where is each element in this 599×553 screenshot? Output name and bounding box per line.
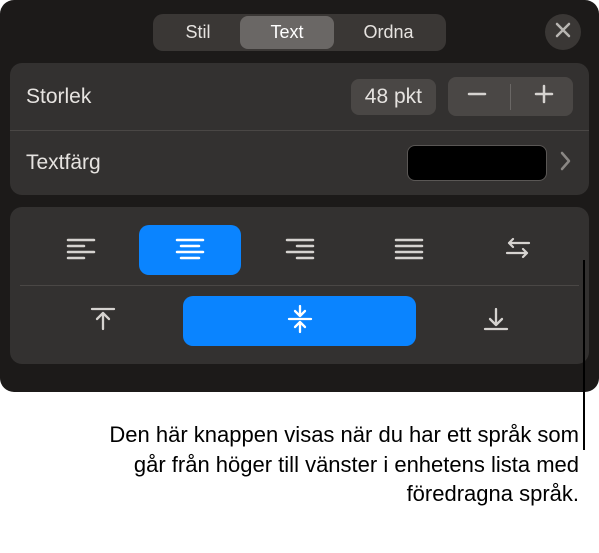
close-icon [555,22,571,43]
tab-text[interactable]: Text [240,16,333,49]
decrease-button[interactable] [466,83,488,110]
align-left-icon [66,236,96,265]
valign-top-button[interactable] [30,296,175,346]
align-right-button[interactable] [249,225,350,275]
tab-ordna[interactable]: Ordna [334,16,444,49]
align-justify-icon [394,236,424,265]
align-justify-button[interactable] [358,225,459,275]
valign-top-icon [89,305,117,338]
rtl-direction-icon [503,236,533,265]
increase-button[interactable] [533,83,555,110]
size-row: Storlek 48 pkt [10,63,589,130]
valign-middle-button[interactable] [183,296,415,346]
size-stepper [448,77,573,116]
plus-icon [533,92,555,109]
caption-text: Den här knappen visas när du har ett spr… [0,392,599,509]
horizontal-align-row [20,215,579,285]
align-left-button[interactable] [30,225,131,275]
callout-line [583,260,585,450]
tab-bar: Stil Text Ordna [10,10,589,63]
inspector-panel: Stil Text Ordna Storlek 48 pkt [0,0,599,392]
text-properties-card: Storlek 48 pkt Textfärg [10,63,589,195]
valign-middle-icon [286,304,314,339]
align-right-icon [285,236,315,265]
stepper-separator [510,84,511,110]
close-button[interactable] [545,14,581,50]
tab-segmented-control: Stil Text Ordna [153,14,445,51]
vertical-align-row [20,285,579,356]
align-center-icon [175,236,205,265]
size-value[interactable]: 48 pkt [351,79,436,115]
rtl-direction-button[interactable] [468,225,569,275]
minus-icon [466,92,488,109]
align-center-button[interactable] [139,225,240,275]
valign-bottom-icon [482,305,510,338]
tab-stil[interactable]: Stil [155,16,240,49]
text-color-row[interactable]: Textfärg [10,130,589,195]
size-label: Storlek [26,85,339,109]
text-color-swatch[interactable] [407,145,547,181]
alignment-card [10,207,589,364]
chevron-right-icon [559,150,573,177]
text-color-label: Textfärg [26,151,395,175]
valign-bottom-button[interactable] [424,296,569,346]
